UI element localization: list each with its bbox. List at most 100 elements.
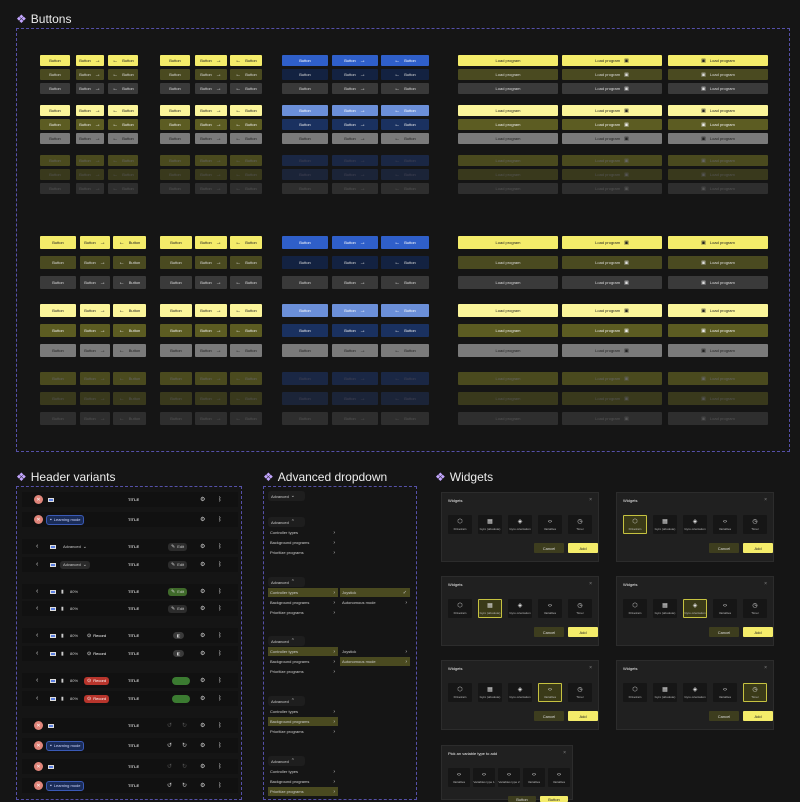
widget-tile[interactable]: ‹› Variables bbox=[538, 515, 562, 534]
button[interactable]: Button bbox=[160, 69, 190, 80]
button[interactable]: ← Button bbox=[113, 392, 146, 405]
button[interactable]: ← Button bbox=[230, 169, 262, 180]
button[interactable]: Button → bbox=[76, 83, 104, 94]
dropdown-trigger[interactable]: Advanced ⌃ bbox=[268, 577, 305, 587]
button[interactable]: Button bbox=[282, 169, 328, 180]
edit-button[interactable]: ✎ Edit bbox=[168, 604, 188, 613]
button[interactable]: Button → bbox=[332, 276, 378, 289]
button[interactable]: ← Button bbox=[381, 155, 429, 166]
button[interactable]: ← Button bbox=[230, 236, 262, 249]
button[interactable]: ← Button bbox=[230, 183, 262, 194]
load-program-button[interactable]: Load program ▣ bbox=[562, 304, 662, 317]
button[interactable]: ← Button bbox=[113, 276, 146, 289]
button[interactable]: ← Button bbox=[108, 155, 138, 166]
gear-icon[interactable]: ⚙ bbox=[200, 677, 205, 684]
gear-icon[interactable]: ⚙ bbox=[200, 561, 205, 568]
button[interactable]: Button bbox=[40, 392, 76, 405]
button[interactable]: ← Button bbox=[113, 324, 146, 337]
button[interactable]: ← Button bbox=[381, 236, 429, 249]
widget-tile[interactable]: ⬡ Drivetrain bbox=[623, 515, 647, 534]
load-program-button[interactable]: ▣ Load program bbox=[668, 83, 768, 94]
avatar[interactable]: ✕ bbox=[34, 762, 43, 771]
button[interactable]: Button → bbox=[76, 155, 104, 166]
button[interactable]: Button bbox=[40, 236, 76, 249]
load-program-button[interactable]: Load program ▣ bbox=[562, 412, 662, 425]
load-program-button[interactable]: Load program bbox=[458, 304, 558, 317]
load-program-button[interactable]: ▣ Load program bbox=[668, 256, 768, 269]
bluetooth-icon[interactable]: ᛒ bbox=[218, 723, 222, 729]
button[interactable]: Button → bbox=[195, 392, 227, 405]
widget-tile[interactable]: ◷ Timer bbox=[743, 683, 767, 702]
load-program-button[interactable]: ▣ Load program bbox=[668, 119, 768, 130]
button[interactable]: Button → bbox=[195, 183, 227, 194]
variable-type-tile[interactable]: ‹› Variables type 1 bbox=[473, 768, 495, 787]
toggle-switch[interactable] bbox=[172, 676, 190, 685]
button[interactable]: ← Button bbox=[108, 183, 138, 194]
widget-tile[interactable]: ‹› Variables bbox=[538, 683, 562, 702]
button[interactable]: Button → bbox=[195, 344, 227, 357]
dropdown-trigger[interactable]: Advanced ⌄ bbox=[268, 491, 305, 501]
gear-icon[interactable]: ⚙ bbox=[200, 516, 205, 523]
button[interactable]: Button → bbox=[332, 169, 378, 180]
button[interactable]: Button → bbox=[80, 276, 110, 289]
button[interactable]: Button bbox=[282, 236, 328, 249]
bluetooth-icon[interactable]: ᛒ bbox=[218, 743, 222, 749]
load-program-button[interactable]: Load program ▣ bbox=[562, 83, 662, 94]
dropdown-item[interactable]: Prioritize programs › bbox=[268, 787, 338, 796]
gear-icon[interactable]: ⚙ bbox=[200, 588, 205, 595]
dropdown-item[interactable]: Background programs › bbox=[268, 538, 338, 547]
button[interactable]: ← Button bbox=[230, 133, 262, 144]
gear-icon[interactable]: ⚙ bbox=[200, 763, 205, 770]
gear-icon[interactable]: ⚙ bbox=[200, 722, 205, 729]
load-program-button[interactable]: Load program bbox=[458, 105, 558, 116]
load-program-button[interactable]: ▣ Load program bbox=[668, 236, 768, 249]
widget-tile[interactable]: ◷ Timer bbox=[743, 599, 767, 618]
widget-tile[interactable]: ▦ Gyro (absolute) bbox=[478, 683, 502, 702]
button[interactable]: ← Button bbox=[381, 183, 429, 194]
widget-tile[interactable]: ◈ Gyro orientation bbox=[683, 683, 707, 702]
cancel-button[interactable]: Cancel bbox=[709, 543, 739, 553]
bluetooth-icon[interactable]: ᛒ bbox=[218, 606, 222, 612]
button[interactable]: Button → bbox=[332, 105, 378, 116]
button[interactable]: ← Button bbox=[230, 105, 262, 116]
dropdown-item[interactable]: Prioritize programs › bbox=[268, 608, 338, 617]
button[interactable]: Button → bbox=[80, 344, 110, 357]
dropdown-trigger[interactable]: Advanced ⌃ bbox=[268, 636, 305, 646]
button[interactable]: Button → bbox=[80, 372, 110, 385]
bluetooth-icon[interactable]: ᛒ bbox=[218, 783, 222, 789]
add-button[interactable]: Add bbox=[568, 627, 598, 637]
button[interactable]: Button → bbox=[332, 183, 378, 194]
button[interactable]: Button bbox=[40, 344, 76, 357]
bluetooth-icon[interactable]: ᛒ bbox=[218, 544, 222, 550]
load-program-button[interactable]: Load program bbox=[458, 169, 558, 180]
variable-type-tile[interactable]: ‹› Variables bbox=[523, 768, 545, 787]
edit-button[interactable]: ✎ Edit bbox=[168, 542, 188, 551]
widget-tile[interactable]: ◈ Gyro orientation bbox=[508, 515, 532, 534]
load-program-button[interactable]: ▣ Load program bbox=[668, 324, 768, 337]
button[interactable]: Button → bbox=[195, 83, 227, 94]
load-program-button[interactable]: Load program ▣ bbox=[562, 392, 662, 405]
button[interactable]: Button bbox=[40, 183, 70, 194]
button[interactable]: Button bbox=[282, 133, 328, 144]
load-program-button[interactable]: Load program bbox=[458, 183, 558, 194]
variable-type-tile[interactable]: ‹› Variables type 2 bbox=[498, 768, 520, 787]
button[interactable]: Button bbox=[282, 55, 328, 66]
button[interactable]: ← Button bbox=[381, 105, 429, 116]
button[interactable]: Button bbox=[160, 183, 190, 194]
load-program-button[interactable]: Load program ▣ bbox=[562, 155, 662, 166]
widget-tile[interactable]: ▦ Gyro (absolute) bbox=[478, 515, 502, 534]
load-program-button[interactable]: Load program ▣ bbox=[562, 105, 662, 116]
button[interactable]: ← Button bbox=[230, 344, 262, 357]
gear-icon[interactable]: ⚙ bbox=[200, 782, 205, 789]
cancel-button[interactable]: Cancel bbox=[709, 627, 739, 637]
close-icon[interactable]: × bbox=[589, 665, 592, 671]
widget-tile[interactable]: ◷ Timer bbox=[743, 515, 767, 534]
bluetooth-icon[interactable]: ᛒ bbox=[218, 497, 222, 503]
button[interactable]: Button → bbox=[332, 372, 378, 385]
load-program-button[interactable]: ▣ Load program bbox=[668, 55, 768, 66]
button[interactable]: Button bbox=[282, 392, 328, 405]
button[interactable]: Button → bbox=[195, 304, 227, 317]
load-program-button[interactable]: Load program ▣ bbox=[562, 344, 662, 357]
button[interactable]: ← Button bbox=[381, 169, 429, 180]
button[interactable]: ← Button bbox=[108, 55, 138, 66]
